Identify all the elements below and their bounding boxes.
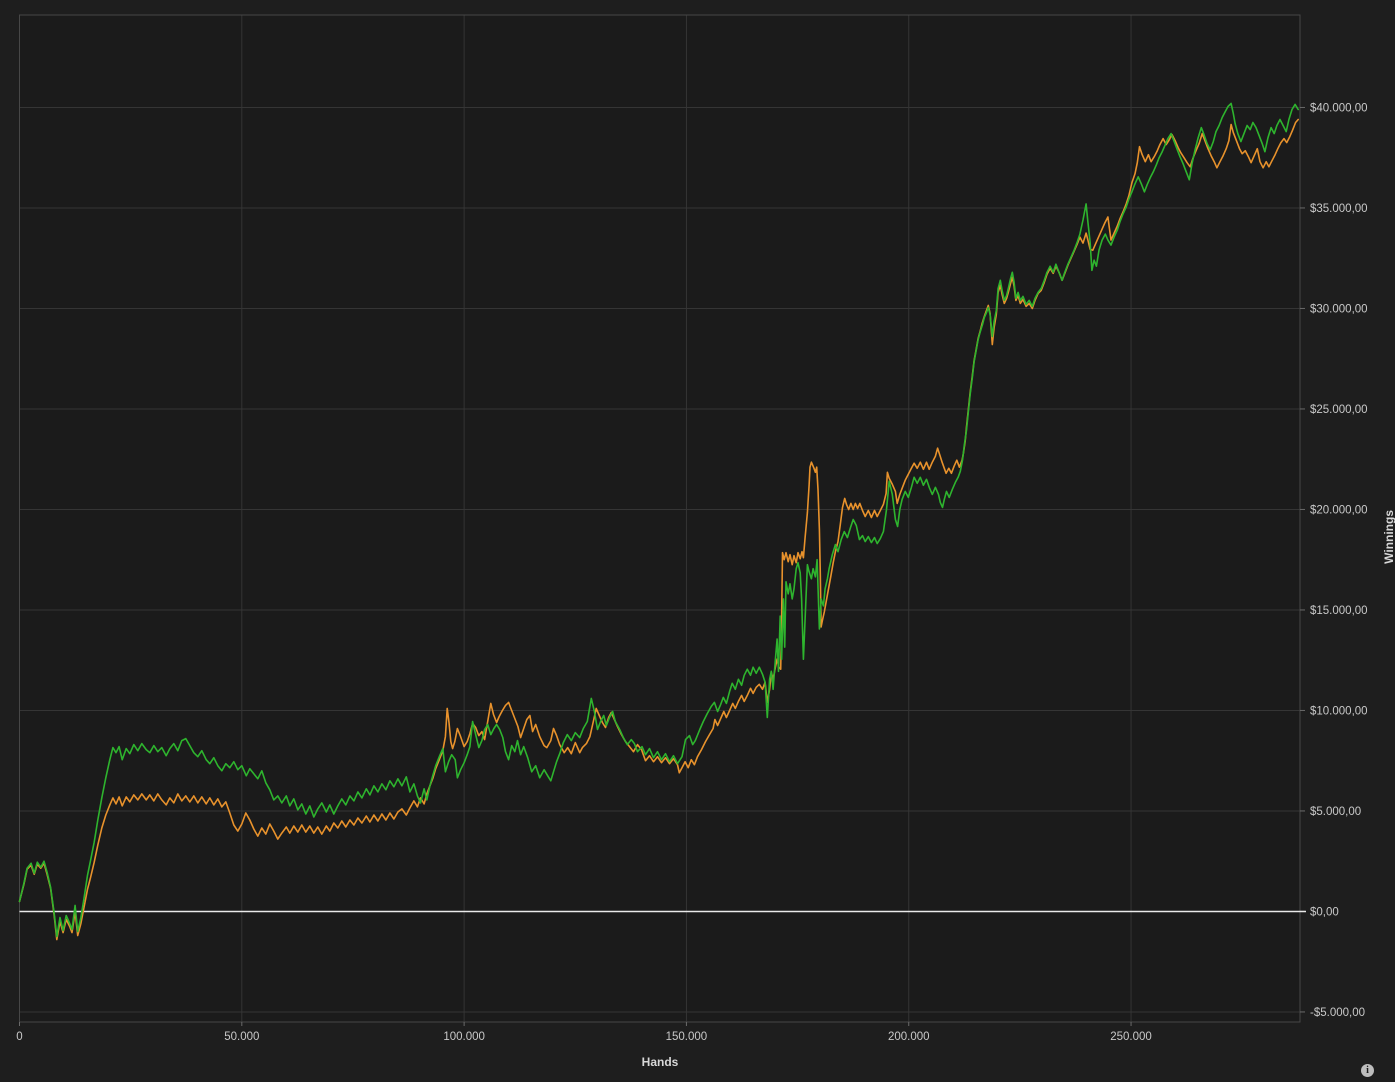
y-axis-title: Winnings [1382, 510, 1395, 564]
x-tick-label: 0 [16, 1031, 22, 1043]
x-tick-label: 50.000 [224, 1031, 259, 1043]
x-tick-label: 150.000 [666, 1031, 708, 1043]
info-icon-glyph: i [1366, 1065, 1369, 1076]
x-tick-label: 250.000 [1110, 1031, 1152, 1043]
plot-area[interactable] [20, 15, 1301, 1022]
graph-window: { "footer": { "info_icon_glyph": "i" }, … [0, 0, 1395, 1082]
y-tick-label: $10.000,00 [1310, 705, 1368, 717]
y-tick-label: $20.000,00 [1310, 504, 1368, 516]
y-tick-label: $15.000,00 [1310, 605, 1368, 617]
x-tick-label: 100.000 [443, 1031, 485, 1043]
y-tick-label: $5.000,00 [1310, 806, 1361, 818]
y-tick-label: $25.000,00 [1310, 404, 1368, 416]
y-tick-label: -$5.000,00 [1310, 1007, 1365, 1019]
y-tick-label: $40.000,00 [1310, 102, 1368, 114]
x-tick-label: 200.000 [888, 1031, 930, 1043]
info-icon[interactable]: i [1361, 1064, 1374, 1077]
winnings-chart: 0 50.000 100.000 150.000 200.000 250.000 $40.0… [0, 0, 1395, 1082]
y-tick-label: $30.000,00 [1310, 303, 1368, 315]
y-tick-label: $35.000,00 [1310, 203, 1368, 215]
x-axis-title: Hands [0, 1055, 1320, 1069]
y-tick-label: $0,00 [1310, 906, 1339, 918]
